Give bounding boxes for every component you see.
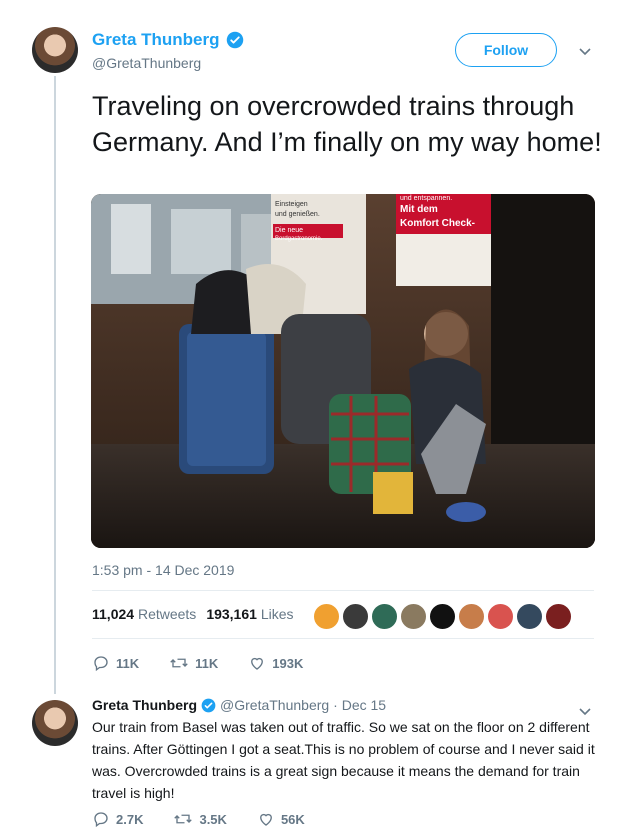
reply-count: 2.7K	[116, 811, 144, 827]
chevron-down-icon[interactable]	[578, 44, 592, 58]
tweet-timestamp[interactable]: 1:53 pm - 14 Dec 2019	[92, 562, 234, 578]
liker-avatars[interactable]	[313, 603, 572, 630]
retweets-label: Retweets	[137, 606, 197, 622]
liker-avatar[interactable]	[429, 603, 456, 630]
sign-left-line4: Bordgastronomie.	[275, 236, 323, 242]
reply-author-handle[interactable]: @GretaThunberg	[220, 697, 329, 713]
heart-icon	[260, 813, 272, 826]
author-handle[interactable]: @GretaThunberg	[92, 55, 201, 71]
reply-date[interactable]: · Dec 15	[333, 697, 386, 713]
likes-stat[interactable]: 193,161 Likes	[206, 606, 293, 622]
reply-text: Our train from Basel was taken out of tr…	[92, 719, 595, 801]
heart-icon	[251, 657, 264, 670]
follow-button[interactable]: Follow	[455, 33, 557, 67]
sign-right-line2: Komfort Check-	[400, 218, 475, 229]
retweets-count: 11,024	[92, 606, 135, 622]
thread-line	[54, 76, 56, 694]
likes-label: Likes	[260, 606, 294, 622]
reply-icon	[94, 656, 108, 672]
verified-badge-icon	[201, 698, 216, 712]
reply-actions: 2.7K 3.5K 56K	[92, 810, 335, 828]
liker-avatar[interactable]	[516, 603, 543, 630]
like-button[interactable]: 56K	[257, 810, 305, 828]
divider	[92, 590, 594, 591]
author-name[interactable]: Greta Thunberg	[92, 30, 220, 50]
retweet-count: 11K	[195, 655, 219, 671]
likes-count: 193,161	[206, 606, 257, 622]
like-button[interactable]: 193K	[248, 654, 303, 672]
tweet-actions: 11K 11K 193K	[92, 654, 333, 672]
retweet-button[interactable]: 11K	[169, 654, 218, 672]
sign-right-line1: Mit dem	[400, 204, 438, 215]
reply-header: Greta Thunberg @GretaThunberg · Dec 15	[92, 697, 386, 713]
liker-avatar[interactable]	[400, 603, 427, 630]
sign-right-line0: und entspannen.	[400, 195, 452, 202]
tweet-text: Traveling on overcrowded trains through …	[92, 91, 602, 157]
liker-avatar[interactable]	[371, 603, 398, 630]
liker-avatar[interactable]	[313, 603, 340, 630]
sign-left-line1: Einsteigen	[275, 201, 308, 208]
reply-author-avatar[interactable]	[32, 700, 78, 746]
sign-left-line2: und genießen.	[275, 211, 320, 218]
author-avatar[interactable]	[32, 27, 78, 73]
retweet-icon	[174, 814, 193, 824]
train-scene-image: Einsteigen und genießen. Die neue Bordga…	[91, 194, 595, 548]
like-count: 193K	[272, 655, 304, 671]
reply-count: 11K	[116, 655, 140, 671]
liker-avatar[interactable]	[342, 603, 369, 630]
liker-avatar[interactable]	[458, 603, 485, 630]
engagement-stats: 11,024 Retweets 193,161 Likes	[92, 606, 294, 622]
divider	[92, 638, 594, 639]
retweet-count: 3.5K	[199, 811, 227, 827]
reply-button[interactable]: 11K	[92, 654, 139, 672]
retweet-button[interactable]: 3.5K	[173, 810, 227, 828]
liker-avatar[interactable]	[487, 603, 514, 630]
retweet-icon	[170, 658, 188, 668]
liker-avatar[interactable]	[545, 603, 572, 630]
reply-icon	[94, 812, 108, 828]
retweets-stat[interactable]: 11,024 Retweets	[92, 606, 196, 622]
author-name-row[interactable]: Greta Thunberg	[92, 30, 244, 50]
like-count: 56K	[280, 811, 305, 827]
reply-author-name[interactable]: Greta Thunberg	[92, 697, 197, 713]
reply-button[interactable]: 2.7K	[92, 810, 143, 828]
sign-left-line3: Die neue	[275, 227, 303, 234]
tweet-photo[interactable]: Einsteigen und genießen. Die neue Bordga…	[91, 194, 595, 548]
verified-badge-icon	[226, 31, 243, 49]
